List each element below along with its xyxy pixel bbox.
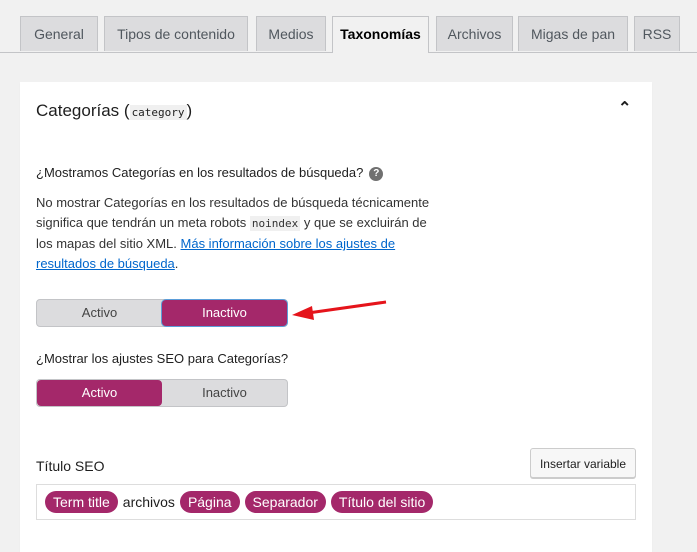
variable-pill[interactable]: Term title [45, 491, 118, 513]
search-visibility-question: ¿Mostramos Categorías en los resultados … [36, 165, 384, 181]
section-title-text: Categorías [36, 101, 120, 120]
tab-medios[interactable]: Medios [256, 16, 326, 51]
variable-pill[interactable]: Página [179, 491, 240, 513]
description: No mostrar Categorías en los resultados … [36, 193, 436, 274]
settings-tabs: General Tipos de contenido Medios Taxono… [0, 16, 697, 53]
insert-variable-button[interactable]: Insertar variable [530, 448, 636, 478]
tab-archivos[interactable]: Archivos [436, 16, 513, 51]
toggle-activo[interactable]: Activo [37, 380, 162, 406]
red-arrow-annotation [292, 300, 387, 320]
toggle-inactivo[interactable]: Inactivo [162, 380, 287, 406]
variable-pill[interactable]: Separador [244, 491, 326, 513]
desc-code: noindex [249, 216, 301, 231]
tab-rss[interactable]: RSS [634, 16, 680, 51]
tab-general[interactable]: General [20, 16, 98, 51]
seo-settings-toggle[interactable]: Activo Inactivo [36, 379, 288, 407]
variable-pill[interactable]: Título del sitio [330, 491, 434, 513]
seo-settings-question: ¿Mostrar los ajustes SEO para Categorías… [36, 351, 289, 366]
desc-text-3: . [174, 256, 179, 271]
toggle-inactivo[interactable]: Inactivo [162, 300, 287, 326]
question-text: ¿Mostramos Categorías en los resultados … [36, 165, 364, 180]
section-title: Categorías (category) [36, 101, 193, 120]
help-icon[interactable]: ? [369, 166, 384, 181]
tab-tipos-de-contenido[interactable]: Tipos de contenido [104, 16, 248, 51]
title-text: archivos [122, 494, 175, 510]
tab-taxonomias[interactable]: Taxonomías [332, 16, 429, 53]
seo-title-label: Título SEO [36, 458, 105, 474]
search-visibility-toggle[interactable]: Activo Inactivo [36, 299, 288, 327]
toggle-activo[interactable]: Activo [37, 300, 162, 326]
section-code: category [129, 105, 187, 120]
seo-title-input[interactable]: Term title archivos Página Separador Tít… [36, 484, 636, 520]
chevron-up-icon[interactable]: ⌃ [618, 98, 631, 118]
tab-migas-de-pan[interactable]: Migas de pan [518, 16, 628, 51]
